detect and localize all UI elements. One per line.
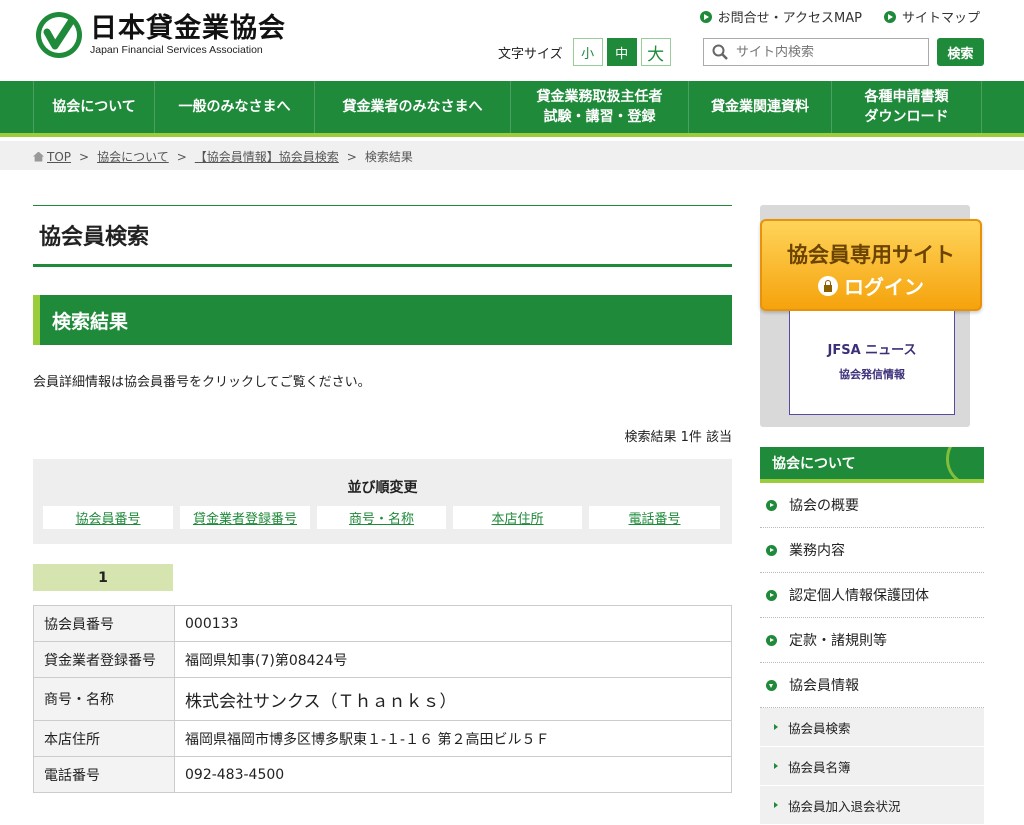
triangle-right-icon (774, 724, 778, 730)
contact-link-label: お問合せ・アクセスMAP (717, 11, 862, 26)
nav-item-about[interactable]: 協会について (33, 81, 155, 133)
home-icon (33, 151, 44, 162)
section-title: 検索結果 (33, 295, 732, 345)
sidebar-subitem-member-search[interactable]: 協会員検索 (760, 708, 984, 747)
triangle-right-icon (774, 763, 778, 769)
site-header: 日本貸金業協会 Japan Financial Services Associa… (0, 0, 1024, 81)
breadcrumb-about[interactable]: 協会について (97, 148, 169, 165)
sort-panel: 並び順変更 協会員番号 貸金業者登録番号 商号・名称 本店住所 電話番号 (33, 459, 732, 544)
nav-item-lenders[interactable]: 貸金業者のみなさまへ (315, 81, 511, 133)
table-row: 協会員番号 000133 (33, 605, 732, 642)
sitemap-link[interactable]: サイトマップ (883, 7, 980, 26)
sidebar-item-overview[interactable]: 協会の概要 (760, 483, 984, 528)
table-row: 電話番号 092-483-4500 (33, 756, 732, 793)
member-site-banner: 協会員専用サイト ログイン JFSA ニュース 協会発信情報 (760, 205, 982, 427)
banner-login-label: ログイン (844, 275, 924, 299)
sidebar-item-privacy-org[interactable]: 認定個人情報保護団体 (760, 573, 984, 618)
news-banner[interactable]: JFSA ニュース 協会発信情報 (789, 311, 955, 415)
intro-text: 会員詳細情報は協会員番号をクリックしてご覧ください。 (33, 375, 371, 390)
table-row: 本店住所 福岡県福岡市博多区博多駅東１-１-１６ 第２高田ビル５Ｆ (33, 720, 732, 757)
nav-item-general-public[interactable]: 一般のみなさまへ (155, 81, 315, 133)
font-size-label: 文字サイズ (498, 46, 563, 62)
field-label: 協会員番号 (33, 605, 175, 642)
sidebar: 協会員専用サイト ログイン JFSA ニュース 協会発信情報 協会について 協会… (760, 205, 984, 825)
member-number-value: 000133 (174, 605, 732, 642)
breadcrumb-member-search[interactable]: 【協会員情報】協会員検索 (195, 148, 339, 165)
site-search-box (703, 38, 929, 66)
breadcrumb-current: 検索結果 (364, 150, 413, 164)
logo-subtitle: Japan Financial Services Association (90, 44, 263, 56)
banner-title: 協会員専用サイト (787, 243, 955, 267)
page-title: 協会員検索 (33, 205, 732, 267)
sidebar-item-business[interactable]: 業務内容 (760, 528, 984, 573)
phone-value: 092-483-4500 (174, 756, 732, 793)
search-icon (712, 44, 728, 60)
registration-number-value: 福岡県知事(7)第08424号 (174, 641, 732, 678)
address-value: 福岡県福岡市博多区博多駅東１-１-１６ 第２高田ビル５Ｆ (174, 720, 732, 757)
member-detail-table: 協会員番号 000133 貸金業者登録番号 福岡県知事(7)第08424号 商号… (33, 605, 732, 793)
logo-mark-icon (36, 12, 82, 58)
breadcrumb-separator: > (346, 149, 357, 164)
sort-by-registration-number[interactable]: 貸金業者登録番号 (180, 506, 310, 529)
breadcrumb-separator: > (176, 149, 187, 164)
sort-title: 並び順変更 (347, 480, 418, 496)
arrow-circle-icon (883, 10, 896, 23)
news-title: JFSA ニュース (827, 343, 917, 358)
site-logo[interactable]: 日本貸金業協会 Japan Financial Services Associa… (36, 12, 286, 58)
breadcrumb-bar: TOP > 協会について > 【協会員情報】協会員検索 > 検索結果 (0, 141, 1024, 170)
font-size-medium-button[interactable]: 中 (606, 38, 637, 66)
arrow-circle-icon (766, 544, 777, 556)
arrow-circle-icon (766, 499, 777, 511)
sidebar-item-member-info[interactable]: 協会員情報 (760, 663, 984, 708)
nav-item-materials[interactable]: 貸金業関連資料 (689, 81, 832, 133)
sort-by-member-number[interactable]: 協会員番号 (43, 506, 173, 529)
sidebar-subitem-member-list[interactable]: 協会員名簿 (760, 747, 984, 786)
member-login-banner[interactable]: 協会員専用サイト ログイン (760, 219, 982, 311)
search-button[interactable]: 検索 (937, 38, 984, 66)
sort-by-address[interactable]: 本店住所 (453, 506, 582, 529)
arrow-circle-icon (766, 589, 777, 601)
table-row: 商号・名称 株式会社サンクス（Ｔｈａｎｋｓ） (33, 677, 732, 721)
sidebar-heading: 協会について (760, 447, 984, 483)
arrow-down-circle-icon (766, 679, 777, 691)
font-size-large-button[interactable]: 大 (640, 38, 671, 66)
table-row: 貸金業者登録番号 福岡県知事(7)第08424号 (33, 641, 732, 678)
font-size-switcher: 文字サイズ 小 中 大 (498, 38, 675, 66)
result-number: 1 (33, 564, 173, 591)
font-size-small-button[interactable]: 小 (572, 38, 603, 66)
field-label: 電話番号 (33, 756, 175, 793)
sort-by-phone[interactable]: 電話番号 (589, 506, 720, 529)
field-label: 本店住所 (33, 720, 175, 757)
news-subtitle: 協会発信情報 (839, 368, 905, 381)
sitemap-link-label: サイトマップ (901, 11, 980, 26)
nav-item-downloads[interactable]: 各種申請書類 ダウンロード (832, 81, 982, 133)
field-label: 貸金業者登録番号 (33, 641, 175, 678)
contact-link[interactable]: お問合せ・アクセスMAP (699, 7, 862, 26)
arrow-circle-icon (766, 634, 777, 646)
company-name-value: 株式会社サンクス（Ｔｈａｎｋｓ） (174, 677, 732, 721)
sidebar-item-articles[interactable]: 定款・諸規則等 (760, 618, 984, 663)
breadcrumb-top[interactable]: TOP (33, 150, 71, 164)
sort-by-name[interactable]: 商号・名称 (317, 506, 446, 529)
breadcrumb: TOP > 協会について > 【協会員情報】協会員検索 > 検索結果 (33, 148, 413, 165)
arrow-circle-icon (699, 10, 712, 23)
lock-icon (818, 275, 838, 296)
global-nav: 協会について 一般のみなさまへ 貸金業者のみなさまへ 貸金業務取扱主任者 試験・… (0, 81, 1024, 137)
result-count: 検索結果 1件 該当 (624, 430, 732, 445)
search-input[interactable] (736, 44, 916, 60)
triangle-right-icon (774, 802, 778, 808)
utility-links: お問合せ・アクセスMAP サイトマップ (699, 7, 980, 26)
breadcrumb-separator: > (79, 149, 90, 164)
logo-title: 日本貸金業協会 (90, 13, 286, 44)
main-content: 協会員検索 検索結果 会員詳細情報は協会員番号をクリックしてご覧ください。 検索… (33, 205, 732, 793)
sidebar-subitem-member-status[interactable]: 協会員加入退会状況 (760, 786, 984, 825)
field-label: 商号・名称 (33, 677, 175, 721)
nav-item-exam[interactable]: 貸金業務取扱主任者 試験・講習・登録 (511, 81, 689, 133)
